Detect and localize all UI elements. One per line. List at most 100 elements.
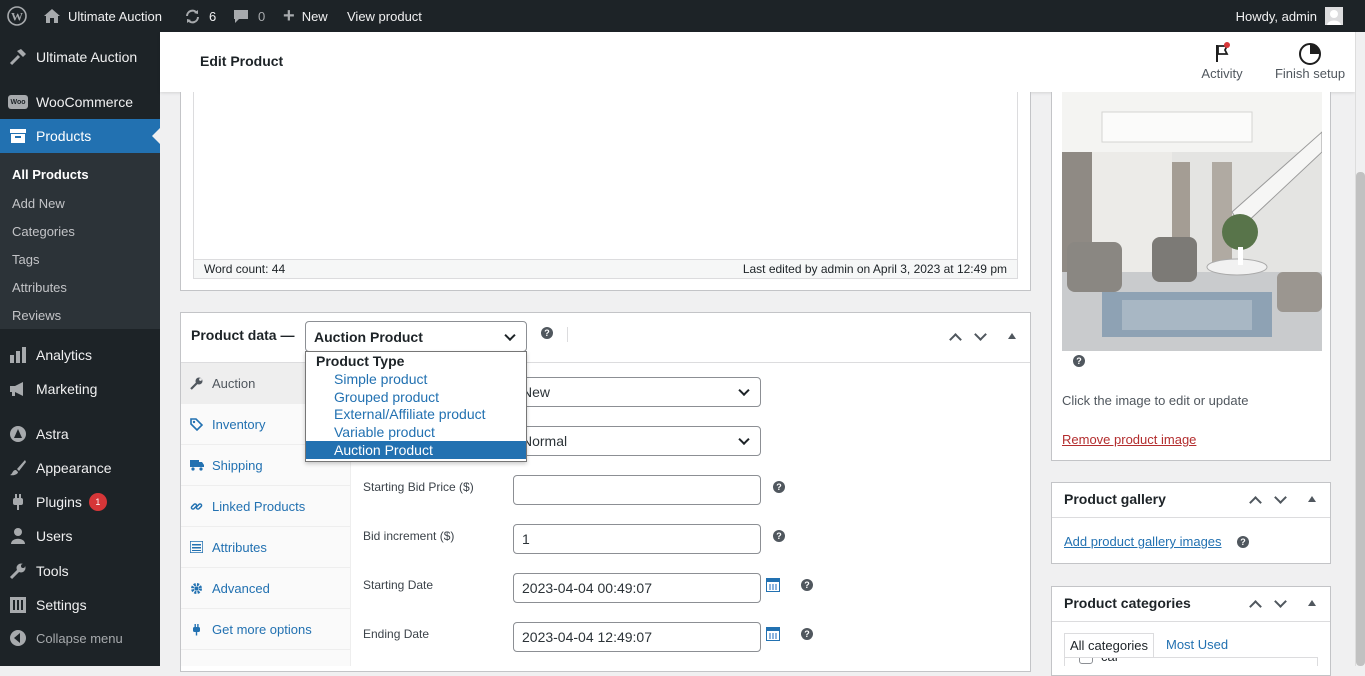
sidebar-item-users[interactable]: Users <box>0 519 160 553</box>
tag-icon <box>181 417 212 431</box>
progress-pie-icon <box>1266 42 1354 66</box>
submenu-attributes[interactable]: Attributes <box>12 280 67 295</box>
toggle-panel-icon[interactable] <box>1008 333 1016 339</box>
sidebar-item-plugins[interactable]: Plugins 1 <box>0 485 160 519</box>
tab-all-categories[interactable]: All categories <box>1064 633 1155 658</box>
starting-bid-input[interactable] <box>513 475 761 505</box>
tab-linked-products[interactable]: Linked Products <box>181 486 350 527</box>
truck-icon <box>181 459 212 471</box>
sidebar-item-label: Astra <box>36 426 69 442</box>
site-name-link[interactable]: Ultimate Auction <box>43 0 162 32</box>
help-icon[interactable]: ? <box>773 481 785 493</box>
ending-date-input[interactable]: 2023-04-04 12:49:07 <box>513 622 761 652</box>
option-auction-product[interactable]: Auction Product <box>306 441 526 459</box>
help-icon[interactable]: ? <box>1073 355 1085 367</box>
megaphone-icon <box>0 381 36 397</box>
plugins-update-badge: 1 <box>88 493 107 511</box>
scrollbar-thumb[interactable] <box>1356 172 1365 666</box>
new-content-link[interactable]: + New <box>283 0 328 32</box>
activity-button[interactable]: Activity <box>1190 42 1254 86</box>
plus-icon: + <box>283 5 295 27</box>
sidebar-item-analytics[interactable]: Analytics <box>0 338 160 372</box>
woo-icon: Woo <box>0 95 36 109</box>
toggle-panel-icon[interactable] <box>1308 600 1316 606</box>
svg-text:W: W <box>11 10 23 24</box>
archive-icon <box>0 128 36 144</box>
auction-type-select[interactable]: Normal <box>513 426 761 456</box>
collapse-menu-button[interactable]: Collapse menu <box>0 621 160 655</box>
sidebar-item-tools[interactable]: Tools <box>0 554 160 588</box>
help-icon[interactable]: ? <box>801 579 813 591</box>
tab-advanced[interactable]: Advanced <box>181 568 350 609</box>
sidebar-item-label: Tools <box>36 563 69 579</box>
tab-label: Inventory <box>212 416 266 432</box>
sidebar-item-label: Marketing <box>36 381 98 397</box>
help-icon[interactable]: ? <box>541 327 553 339</box>
submenu-reviews[interactable]: Reviews <box>12 308 61 323</box>
bid-increment-input[interactable]: 1 <box>513 524 761 554</box>
starting-date-input[interactable]: 2023-04-04 00:49:07 <box>513 573 761 603</box>
product-type-select[interactable]: Auction Product <box>305 321 527 352</box>
option-variable-product[interactable]: Variable product <box>306 423 526 441</box>
astra-icon <box>0 425 36 443</box>
sidebar-item-marketing[interactable]: Marketing <box>0 372 160 406</box>
gear-icon <box>181 582 212 595</box>
sidebar-item-ultimate-auction[interactable]: Ultimate Auction <box>0 40 160 74</box>
help-icon[interactable]: ? <box>801 628 813 640</box>
site-name: Ultimate Auction <box>68 8 162 24</box>
ending-date-value: 2023-04-04 12:49:07 <box>522 629 652 645</box>
editor-status-bar: Word count: 44 Last edited by admin on A… <box>193 259 1018 279</box>
category-checkbox[interactable] <box>1079 658 1093 664</box>
submenu-tags[interactable]: Tags <box>12 252 39 267</box>
tab-attributes[interactable]: Attributes <box>181 527 350 568</box>
condition-select[interactable]: New <box>513 377 761 407</box>
my-account-link[interactable]: Howdy, admin <box>1236 0 1343 32</box>
tab-label: Shipping <box>212 457 263 473</box>
wordpress-logo-icon[interactable]: W <box>6 0 28 32</box>
product-type-value: Auction Product <box>314 328 423 345</box>
calendar-icon[interactable] <box>766 578 780 592</box>
calendar-icon[interactable] <box>766 627 780 641</box>
collapse-icon <box>0 629 36 647</box>
add-gallery-images-link[interactable]: Add product gallery images <box>1064 534 1222 549</box>
remove-product-image-link[interactable]: Remove product image <box>1062 432 1196 447</box>
submenu-all-products[interactable]: All Products <box>12 167 89 182</box>
sidebar-item-label: WooCommerce <box>36 94 133 110</box>
woocommerce-header: Edit Product Activity Finish setup <box>160 32 1355 92</box>
sidebar-item-appearance[interactable]: Appearance <box>0 451 160 485</box>
categories-title: Product categories <box>1064 595 1191 611</box>
product-image[interactable] <box>1062 92 1322 351</box>
submenu-add-new[interactable]: Add New <box>12 196 65 211</box>
toggle-panel-icon[interactable] <box>1308 496 1316 502</box>
option-simple-product[interactable]: Simple product <box>306 370 526 388</box>
sidebar-item-settings[interactable]: Settings <box>0 588 160 622</box>
tab-most-used[interactable]: Most Used <box>1166 637 1228 652</box>
chevron-down-icon <box>504 329 516 341</box>
sidebar-item-label: Settings <box>36 597 87 613</box>
link-icon <box>181 500 212 513</box>
ending-date-label: Ending Date <box>363 627 430 641</box>
sidebar-item-woocommerce[interactable]: Woo WooCommerce <box>0 85 160 119</box>
option-external-product[interactable]: External/Affiliate product <box>306 405 526 423</box>
flag-icon <box>1190 42 1254 66</box>
comments-link[interactable]: 0 <box>233 0 265 32</box>
tab-most-used-label: Most Used <box>1166 637 1229 652</box>
view-product-label: View product <box>347 8 422 24</box>
submenu-categories[interactable]: Categories <box>12 224 75 239</box>
sidebar-item-products[interactable]: Products <box>0 119 160 153</box>
option-grouped-product[interactable]: Grouped product <box>306 388 526 406</box>
view-product-link[interactable]: View product <box>347 0 422 32</box>
tab-label: Get more options <box>212 621 312 637</box>
sidebar-item-astra[interactable]: Astra <box>0 417 160 451</box>
updates-link[interactable]: 6 <box>184 0 216 32</box>
content-editor[interactable] <box>193 92 1018 260</box>
sidebar-item-label: Products <box>36 128 92 144</box>
help-icon[interactable]: ? <box>1237 536 1249 548</box>
tab-get-more-options[interactable]: Get more options <box>181 609 350 650</box>
category-label: car <box>1101 658 1119 664</box>
dropdown-group-label: Product Type <box>316 353 405 369</box>
finish-setup-button[interactable]: Finish setup <box>1266 42 1354 86</box>
help-icon[interactable]: ? <box>773 530 785 542</box>
paintbrush-icon <box>0 459 36 477</box>
tab-label: Attributes <box>212 539 267 555</box>
